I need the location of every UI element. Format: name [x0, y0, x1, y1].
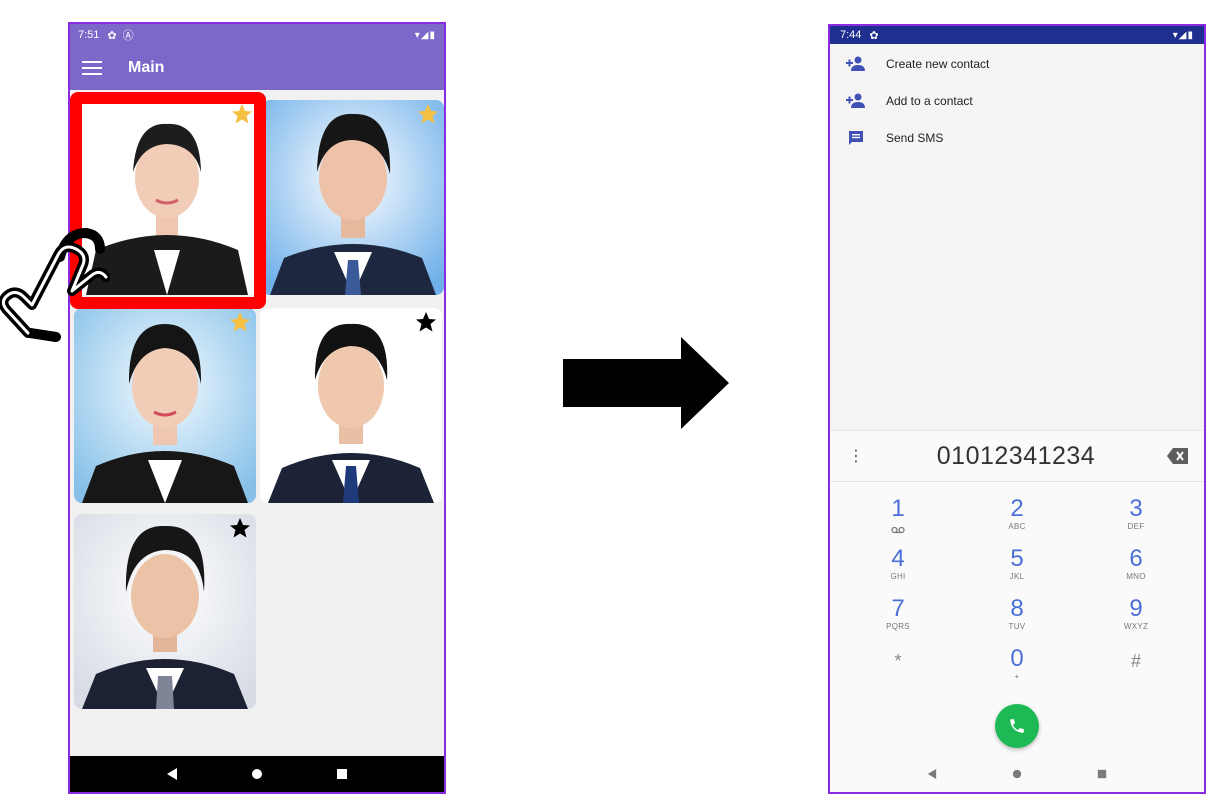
favorite-star-icon[interactable] — [414, 310, 438, 334]
digits-row: ⋮ 01012341234 — [830, 431, 1204, 482]
key-letters: TUV — [1008, 622, 1026, 631]
home-icon[interactable] — [247, 764, 267, 784]
key-letters: PQRS — [886, 622, 910, 631]
menu-add-to-contact[interactable]: Add to a contact — [830, 83, 1204, 119]
key-8[interactable]: 8 TUV — [977, 597, 1057, 641]
gear-icon: ✿ — [869, 29, 879, 42]
add-person-icon — [846, 91, 866, 111]
left-phone-screen: 7:51 ✿ Ⓐ ▾◢▮ Main — [68, 22, 446, 794]
message-icon — [846, 128, 866, 148]
favorite-star-icon[interactable] — [416, 102, 440, 126]
key-letters: ABC — [1008, 522, 1026, 531]
contact-photo — [260, 308, 442, 503]
favorite-star-icon[interactable] — [230, 102, 254, 126]
status-time: 7:44 — [840, 29, 862, 41]
key-digit: 2 — [1010, 495, 1024, 522]
tap-hand-icon — [0, 228, 110, 342]
contact-card-4[interactable] — [260, 308, 442, 503]
key-3[interactable]: 3 DEF — [1096, 497, 1176, 541]
key-5[interactable]: 5 JKL — [977, 547, 1057, 591]
key-4[interactable]: 4 GHI — [858, 547, 938, 591]
key-0[interactable]: 0 + — [977, 647, 1057, 691]
navigation-bar — [70, 756, 444, 792]
back-icon[interactable] — [162, 764, 182, 784]
navigation-bar — [830, 756, 1204, 792]
key-9[interactable]: 9 WXYZ — [1096, 597, 1176, 641]
a-icon: Ⓐ — [122, 30, 134, 42]
home-icon[interactable] — [1007, 764, 1027, 784]
contact-photo — [262, 100, 444, 295]
recents-icon[interactable] — [1092, 764, 1112, 784]
status-time: 7:51 — [78, 29, 100, 41]
key-hash[interactable]: # — [1096, 649, 1176, 693]
menu-create-new-contact[interactable]: Create new contact — [830, 46, 1204, 82]
add-person-icon — [846, 54, 866, 74]
key-letters: GHI — [890, 572, 906, 581]
dialpad: ⋮ 01012341234 1 2 ABC 3 DEF 4 GHI 5 JKL — [830, 430, 1204, 761]
key-letters: MNO — [1126, 572, 1146, 581]
menu-item-label: Create new contact — [886, 57, 990, 71]
status-bar: 7:51 ✿ Ⓐ ▾◢▮ — [70, 24, 444, 46]
app-bar: Main — [70, 46, 444, 90]
phone-icon — [1010, 719, 1024, 733]
voicemail-icon — [891, 526, 905, 534]
contact-card-5[interactable] — [74, 514, 256, 709]
key-1[interactable]: 1 — [858, 497, 938, 541]
menu-send-sms[interactable]: Send SMS — [830, 120, 1204, 156]
key-digit: 8 — [1010, 595, 1024, 622]
key-2[interactable]: 2 ABC — [977, 497, 1057, 541]
call-button[interactable] — [995, 704, 1039, 748]
menu-item-label: Add to a contact — [886, 94, 973, 108]
key-digit: 5 — [1010, 545, 1024, 572]
gear-icon: ✿ — [107, 29, 117, 42]
key-letters: WXYZ — [1123, 622, 1149, 631]
key-digit: 3 — [1129, 495, 1143, 522]
favorite-star-icon[interactable] — [228, 310, 252, 334]
status-bar: 7:44 ✿ ▾◢▮ — [830, 26, 1204, 44]
more-options-icon[interactable]: ⋮ — [846, 446, 866, 466]
right-arrow-icon — [563, 337, 729, 429]
key-letters: JKL — [1009, 572, 1025, 581]
signal-battery-icons: ▾◢▮ — [1172, 29, 1194, 41]
page-title: Main — [128, 59, 165, 76]
hamburger-icon[interactable] — [82, 61, 102, 75]
key-digit: 4 — [891, 545, 905, 572]
backspace-icon[interactable] — [1166, 446, 1190, 466]
contact-card-2[interactable] — [262, 100, 444, 295]
key-digit: 7 — [891, 595, 905, 622]
key-digit: 0 — [1010, 645, 1024, 672]
recents-icon[interactable] — [332, 764, 352, 784]
contact-photo — [74, 514, 256, 709]
back-icon[interactable] — [922, 764, 942, 784]
signal-battery-icons: ▾◢▮ — [414, 29, 436, 41]
right-phone-screen: 7:44 ✿ ▾◢▮ Create new contact Add to a c… — [828, 24, 1206, 794]
key-6[interactable]: 6 MNO — [1096, 547, 1176, 591]
menu-item-label: Send SMS — [886, 131, 944, 145]
key-digit: 1 — [891, 495, 905, 522]
key-digit: 9 — [1129, 595, 1143, 622]
key-digit: # — [1130, 651, 1141, 671]
key-letters: + — [1014, 672, 1020, 681]
key-digit: 6 — [1129, 545, 1143, 572]
dialed-number[interactable]: 01012341234 — [866, 442, 1166, 471]
favorite-star-icon[interactable] — [228, 516, 252, 540]
key-digit: * — [894, 651, 902, 671]
key-star[interactable]: * — [858, 649, 938, 693]
key-letters: DEF — [1127, 522, 1145, 531]
key-7[interactable]: 7 PQRS — [858, 597, 938, 641]
